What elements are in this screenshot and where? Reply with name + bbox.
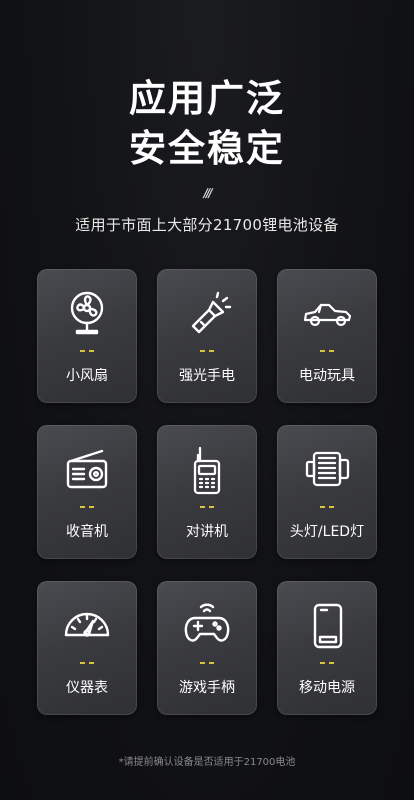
card-label: 头灯/LED灯 xyxy=(289,524,365,540)
walkie-talkie-icon xyxy=(182,445,232,495)
accent-dash xyxy=(80,350,94,352)
accent-dash xyxy=(320,350,334,352)
slash-divider: /// xyxy=(202,186,212,200)
card-gamepad: 游戏手柄 xyxy=(157,581,257,715)
card-label: 游戏手柄 xyxy=(179,680,235,696)
card-headlamp: 头灯/LED灯 xyxy=(277,425,377,559)
card-label: 移动电源 xyxy=(299,680,355,696)
fan-icon xyxy=(62,289,112,339)
hero-title-line-2: 安全稳定 xyxy=(129,127,285,170)
gamepad-icon xyxy=(182,601,232,651)
card-label: 仪器表 xyxy=(66,680,108,696)
accent-dash xyxy=(200,662,214,664)
hero-title-line-1: 应用广泛 xyxy=(129,77,285,120)
hero-title: 应用广泛 安全稳定 xyxy=(0,74,414,174)
card-label: 对讲机 xyxy=(186,524,228,540)
accent-dash xyxy=(80,662,94,664)
card-gauge: 仪器表 xyxy=(37,581,137,715)
accent-dash xyxy=(320,506,334,508)
card-radio: 收音机 xyxy=(37,425,137,559)
card-flashlight: 强光手电 xyxy=(157,269,257,403)
accent-dash xyxy=(200,350,214,352)
accent-dash xyxy=(80,506,94,508)
accent-dash xyxy=(320,662,334,664)
card-label: 强光手电 xyxy=(179,368,235,384)
gauge-icon xyxy=(62,601,112,651)
card-toy-car: 电动玩具 xyxy=(277,269,377,403)
headlamp-icon xyxy=(302,445,352,495)
card-label: 小风扇 xyxy=(66,368,108,384)
subtitle: 适用于市面上大部分21700锂电池设备 xyxy=(75,216,339,234)
card-label: 电动玩具 xyxy=(299,368,355,384)
card-fan: 小风扇 xyxy=(37,269,137,403)
accent-dash xyxy=(200,506,214,508)
card-walkie-talkie: 对讲机 xyxy=(157,425,257,559)
card-label: 收音机 xyxy=(66,524,108,540)
power-bank-icon xyxy=(302,601,352,651)
card-power-bank: 移动电源 xyxy=(277,581,377,715)
toy-car-icon xyxy=(302,289,352,339)
flashlight-icon xyxy=(182,289,232,339)
radio-icon xyxy=(62,445,112,495)
footer-note: *请提前确认设备是否适用于21700电池 xyxy=(118,757,296,768)
